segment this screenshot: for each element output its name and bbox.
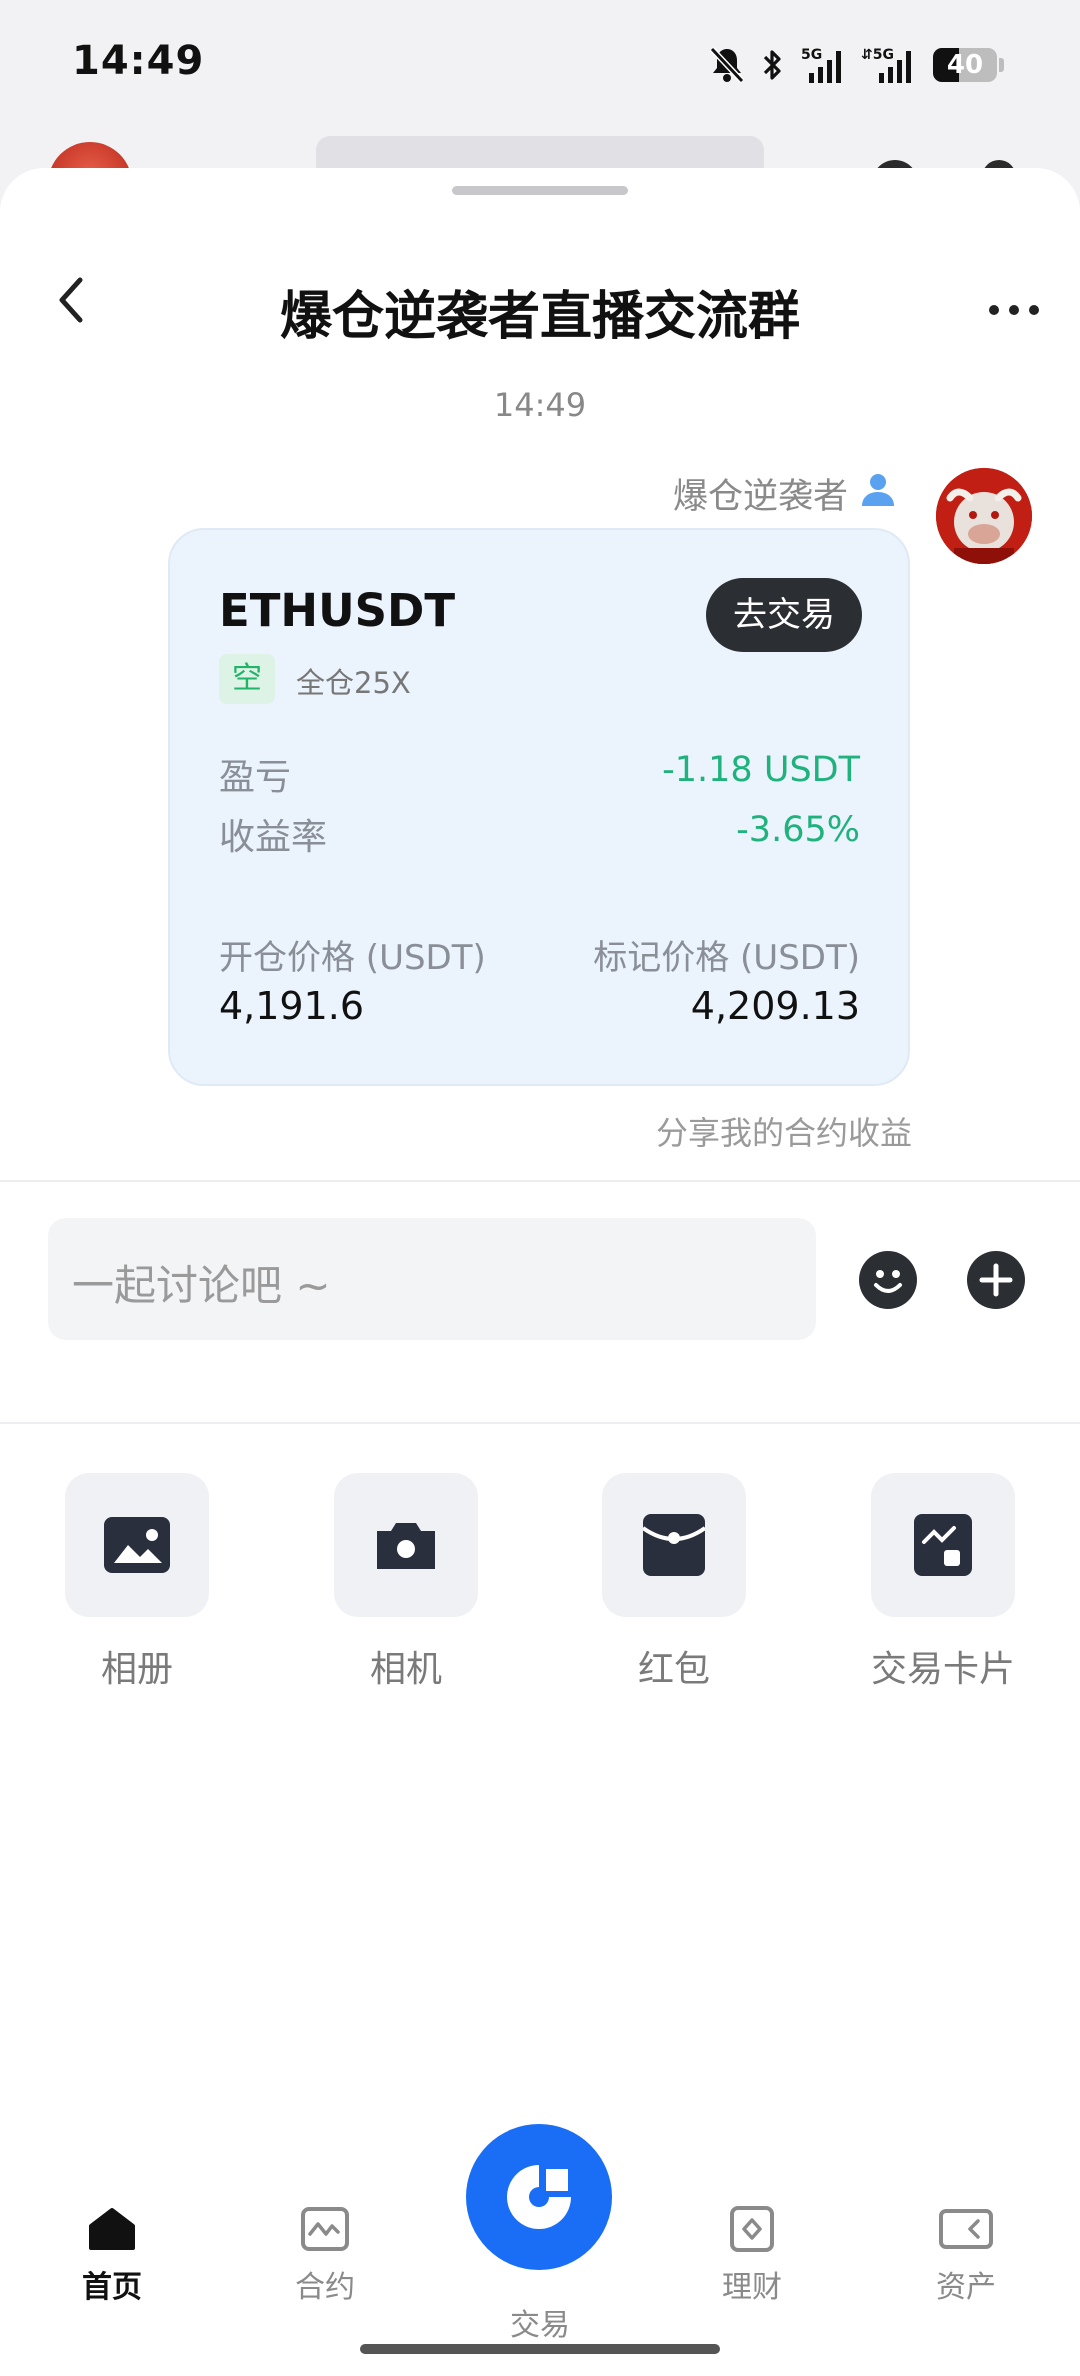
nav-finance-label: 理财 <box>722 2270 782 2305</box>
tool-album-button[interactable] <box>65 1473 209 1617</box>
roi-label: 收益率 <box>219 817 328 858</box>
trade-icon <box>507 2165 571 2229</box>
nav-assets-label: 资产 <box>936 2270 996 2305</box>
tool-trade-card-button[interactable] <box>871 1473 1015 1617</box>
home-icon <box>89 2208 135 2250</box>
entry-price-value: 4,191.6 <box>219 984 365 1028</box>
pnl-value: -1.18 USDT <box>662 750 860 790</box>
red-packet-icon <box>643 1514 705 1576</box>
signal-5g-icon: 5G <box>801 47 841 83</box>
signal-5g-2-icon: ⇵5G <box>861 47 911 83</box>
pnl-label: 盈亏 <box>219 757 292 798</box>
nav-home-label: 首页 <box>82 2270 142 2305</box>
sheet-drag-handle[interactable] <box>452 186 628 195</box>
tool-trade-card-label: 交易卡片 <box>870 1649 1015 1690</box>
position-side-badge: 空 <box>219 654 275 704</box>
nav-trade-button[interactable] <box>466 2124 612 2270</box>
bull-avatar-icon <box>936 468 1032 564</box>
user-icon <box>862 474 894 506</box>
nav-home[interactable]: 首页 <box>32 2206 192 2306</box>
nav-contract-label: 合约 <box>295 2270 355 2305</box>
plus-icon[interactable] <box>966 1250 1026 1310</box>
tool-red-packet-label: 红包 <box>637 1649 710 1690</box>
go-trade-button[interactable]: 去交易 <box>706 578 862 652</box>
home-indicator <box>360 2344 720 2354</box>
margin-mode-badge: 全仓25X <box>296 666 411 700</box>
sender-avatar[interactable] <box>936 468 1032 564</box>
roi-value: -3.65% <box>736 810 860 850</box>
status-time: 14:49 <box>72 38 205 84</box>
nav-finance[interactable]: 理财 <box>672 2206 832 2306</box>
message-timestamp: 14:49 <box>493 386 587 424</box>
mark-price-label: 标记价格 (USDT) <box>593 938 860 978</box>
emoji-icon[interactable] <box>858 1250 918 1310</box>
sender-name: 爆仓逆袭者 <box>672 477 848 517</box>
status-icons: 5G ⇵5G 40 <box>709 40 1004 90</box>
svg-text:⇵5G: ⇵5G <box>861 47 894 63</box>
wallet-icon <box>939 2209 993 2249</box>
status-bar: 14:49 5G ⇵5G 40 <box>0 0 1080 130</box>
battery-tip <box>999 58 1004 72</box>
nav-trade-label: 交易 <box>510 2308 570 2343</box>
more-icon[interactable] <box>986 290 1042 330</box>
tool-camera-button[interactable] <box>334 1473 478 1617</box>
mute-bell-icon <box>709 46 745 84</box>
divider <box>0 1422 1080 1424</box>
battery-icon: 40 <box>933 48 997 82</box>
nav-contract[interactable]: 合约 <box>245 2206 405 2306</box>
contract-icon <box>301 2207 349 2251</box>
svg-text:5G: 5G <box>801 47 822 63</box>
bluetooth-icon <box>763 50 781 80</box>
mark-price-value: 4,209.13 <box>690 984 860 1028</box>
chat-title: 爆仓逆袭者直播交流群 <box>279 287 800 347</box>
entry-price-label: 开仓价格 (USDT) <box>219 938 486 978</box>
tool-red-packet-button[interactable] <box>602 1473 746 1617</box>
nav-assets[interactable]: 资产 <box>886 2206 1046 2306</box>
tool-album-label: 相册 <box>100 1649 173 1690</box>
battery-level: 40 <box>946 50 984 80</box>
divider <box>0 1180 1080 1182</box>
camera-icon <box>377 1523 435 1569</box>
card-caption: 分享我的合约收益 <box>655 1114 912 1152</box>
photo-icon <box>104 1517 170 1573</box>
message-input-placeholder: 一起讨论吧 ~ <box>72 1261 331 1310</box>
trade-card-icon <box>914 1514 972 1576</box>
card-symbol: ETHUSDT <box>219 584 456 637</box>
finance-icon <box>730 2206 774 2252</box>
tool-camera-label: 相机 <box>369 1649 442 1690</box>
